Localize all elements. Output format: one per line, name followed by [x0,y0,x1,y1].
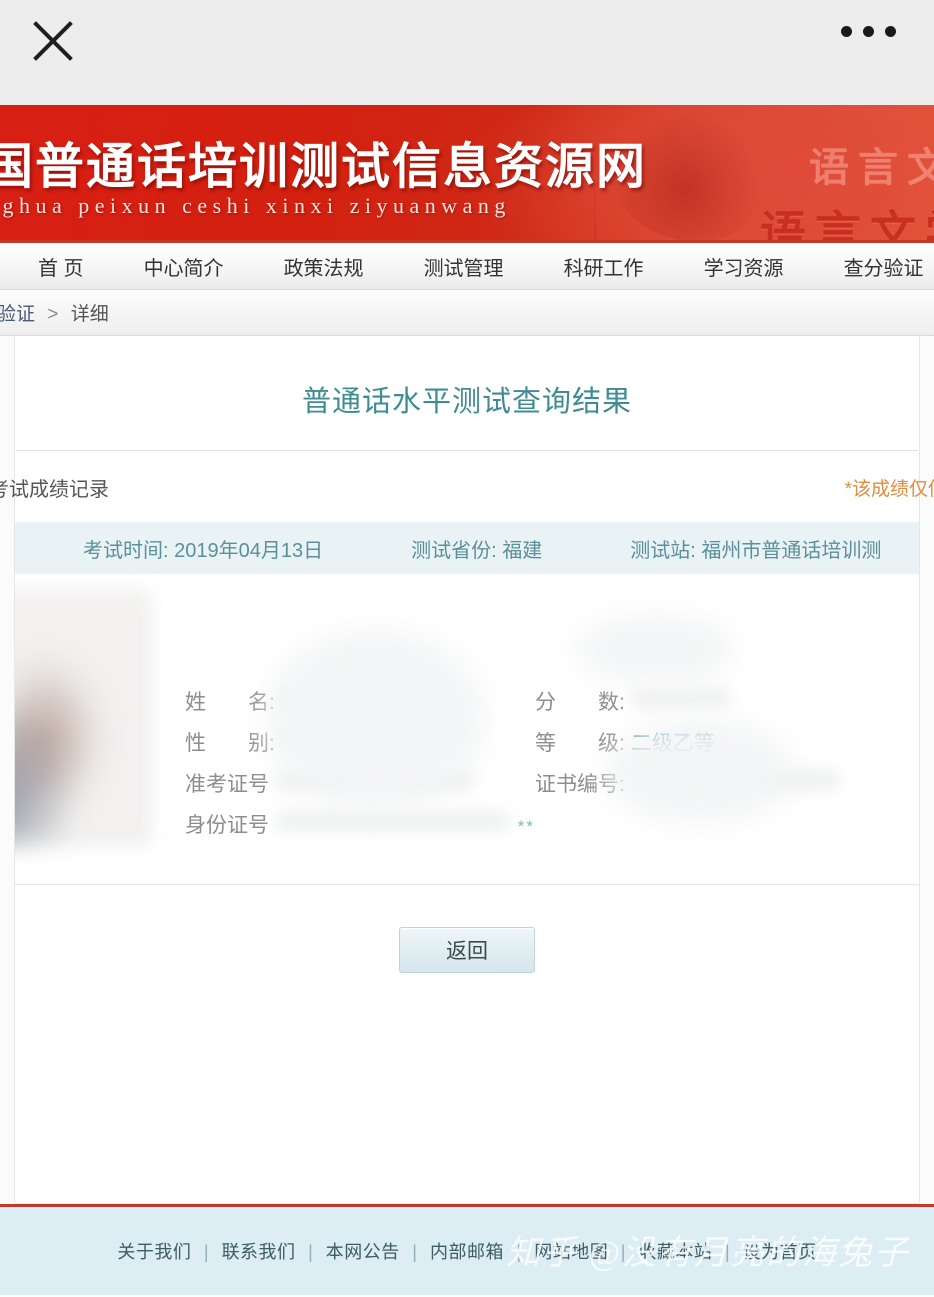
footer-link-bookmark[interactable]: 收藏本站 [638,1242,712,1262]
exam-time-label: 考试时间: [83,539,169,562]
gender-value-redacted [280,728,351,750]
province-value: 福建 [502,539,543,562]
banner-title: 国普通话培训测试信息资源网 [0,140,648,194]
field-ticket: 准考证号 [185,768,535,798]
result-card: 普通话水平测试查询结果 考试成绩记录 *该成绩仅供参考，最 考试时间: 2019… [0,336,934,1204]
nav-item-resources[interactable]: 学习资源 [704,252,784,281]
cert-value-redacted [630,769,841,791]
page-title: 普通话水平测试查询结果 [301,386,632,418]
grade-label: 等 级: [535,732,625,755]
footer-link-about[interactable]: 关于我们 [117,1242,191,1262]
footer-link-homepage[interactable]: 设为首页 [743,1242,817,1262]
station-value: 福州市普通话培训测 [701,539,882,562]
more-dot [841,26,852,37]
id-value-redacted [275,810,510,832]
grade-value: 二级乙等 [630,732,715,755]
nav-item-policy[interactable]: 政策法规 [284,252,364,281]
redaction-blur-2 [575,614,735,684]
province-label: 测试省份: [411,539,497,562]
field-row-name-score: 姓 名: 分 数: [185,686,919,716]
footer-link-contact[interactable]: 联系我们 [222,1242,296,1262]
ticket-value-redacted [275,769,475,791]
back-button-row: 返回 [15,885,919,973]
banner-decor-text-2: 语言文学 [760,208,934,240]
footer-sep: | [203,1242,210,1262]
footer-link-notice[interactable]: 本网公告 [326,1242,400,1262]
footer-sep: | [412,1242,418,1262]
browser-chrome-bar [0,0,934,105]
site-banner: 语言文 语言文学 国普通话培训测试信息资源网 nghua peixun cesh… [0,105,934,240]
score-label: 分 数: [535,691,625,714]
close-icon[interactable] [32,20,74,62]
footer-sep: | [724,1242,731,1262]
card-filler [15,973,919,1203]
main-navigation: 首 页 中心简介 政策法规 测试管理 科研工作 学习资源 查分验证 工 [0,240,934,290]
site-footer: 关于我们 | 联系我们 | 本网公告 | 内部邮箱 | 网站地图 | 收藏本站 … [0,1204,934,1295]
breadcrumb: 分验证 > 详细 [0,299,109,326]
ticket-label: 准考证号 [185,773,269,796]
breadcrumb-current: 详细 [70,304,109,325]
breadcrumb-parent[interactable]: 分验证 [0,304,35,325]
field-name: 姓 名: [185,686,535,716]
exam-info-bar: 考试时间: 2019年04月13日 测试省份: 福建 测试站: 福州市普通话培训… [15,522,919,574]
id-label: 身份证号 [185,814,269,837]
exam-province: 测试省份: 福建 [411,534,542,563]
disclaimer-note: *该成绩仅供参考，最 [844,479,934,500]
field-row-gender-grade: 性 别: 等 级: 二级乙等 [185,727,919,757]
footer-sep: | [516,1242,522,1262]
record-meta-row: 考试成绩记录 *该成绩仅供参考，最 [0,451,934,522]
exam-time: 考试时间: 2019年04月13日 [83,534,323,563]
candidate-fields: 姓 名: 分 数: 性 别: 等 级: 二级乙等 准考证号 证书编号: 身份证号… [185,686,919,850]
record-label: 考试成绩记录 [0,479,109,501]
nav-item-testmgmt[interactable]: 测试管理 [424,252,504,281]
field-score: 分 数: [535,686,731,716]
footer-sep: | [308,1242,314,1262]
footer-links: 关于我们 | 联系我们 | 本网公告 | 内部邮箱 | 网站地图 | 收藏本站 … [117,1238,816,1264]
field-row-ticket-cert: 准考证号 证书编号: [185,768,919,798]
banner-decor-text-1: 语言文 [809,145,934,190]
field-grade: 等 级: 二级乙等 [535,727,715,757]
cert-label: 证书编号: [535,773,625,796]
candidate-detail: 姓 名: 分 数: 性 别: 等 级: 二级乙等 准考证号 证书编号: 身份证号… [15,574,919,885]
footer-link-sitemap[interactable]: 网站地图 [534,1242,608,1262]
field-gender: 性 别: [185,727,535,757]
back-button[interactable]: 返回 [399,927,535,973]
page-body: 普通话水平测试查询结果 考试成绩记录 *该成绩仅供参考，最 考试时间: 2019… [0,336,934,1204]
field-row-id: 身份证号 ** [185,809,919,839]
name-value-redacted [280,687,401,709]
nav-item-about[interactable]: 中心简介 [144,252,224,281]
score-value-redacted [630,687,731,709]
exam-station: 测试站: 福州市普通话培训测 [630,534,881,563]
id-tail: ** [517,817,535,836]
banner-pinyin: nghua peixun ceshi xinxi ziyuanwang [0,193,511,218]
breadcrumb-strip: 分验证 > 详细 [0,290,934,336]
field-cert: 证书编号: [535,768,841,798]
more-dots-icon[interactable] [841,26,896,37]
candidate-photo-shadow [15,694,77,844]
nav-item-home[interactable]: 首 页 [38,252,84,281]
more-dot [863,26,874,37]
footer-link-mail[interactable]: 内部邮箱 [430,1242,504,1262]
breadcrumb-separator: > [47,304,59,325]
name-label: 姓 名: [185,691,275,714]
nav-item-research[interactable]: 科研工作 [564,252,644,281]
field-id: 身份证号 ** [185,809,535,839]
nav-item-score-verify[interactable]: 查分验证 [844,252,924,281]
footer-sep: | [620,1242,626,1262]
station-label: 测试站: [630,539,696,562]
exam-time-value: 2019年04月13日 [174,539,324,562]
more-dot [885,26,896,37]
gender-label: 性 别: [185,732,275,755]
